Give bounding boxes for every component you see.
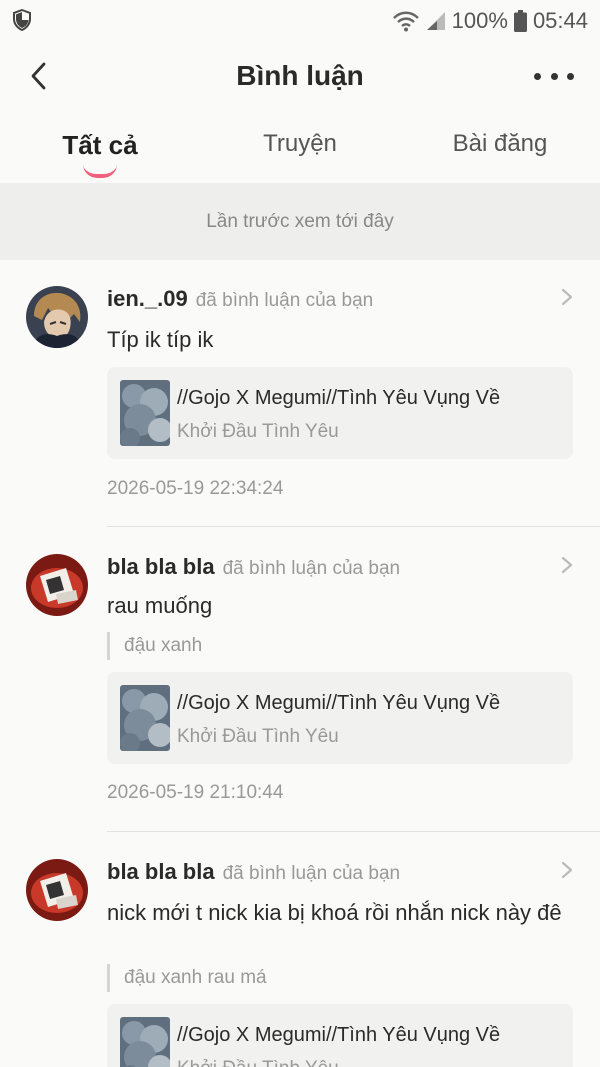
tab-all[interactable]: Tất cả bbox=[20, 130, 180, 161]
comment-text: rau muống bbox=[107, 593, 213, 618]
comment-username[interactable]: ien._.09 đã bình luận của bạn bbox=[107, 286, 373, 312]
quoted-comment: đậu xanh bbox=[107, 632, 202, 660]
avatar[interactable] bbox=[26, 554, 88, 616]
more-button[interactable] bbox=[534, 60, 574, 92]
wifi-icon bbox=[392, 10, 420, 32]
story-cover-image bbox=[120, 380, 170, 446]
chevron-right-icon[interactable] bbox=[560, 555, 574, 575]
story-cover-image bbox=[120, 1017, 170, 1067]
quoted-comment: đậu xanh rau má bbox=[107, 964, 267, 992]
shield-icon bbox=[12, 8, 32, 32]
last-viewed-banner: Lần trước xem tới đây bbox=[0, 183, 600, 260]
status-bar: 100% 05:44 bbox=[0, 0, 600, 42]
comment-item[interactable]: bla bla bla đã bình luận của bạn rau muốn… bbox=[0, 528, 600, 833]
story-card[interactable]: //Gojo X Megumi//Tình Yêu Vụng Về Khởi Đ… bbox=[107, 672, 573, 764]
battery-percent: 100% bbox=[451, 8, 508, 33]
username-text[interactable]: ien._.09 bbox=[107, 286, 188, 311]
more-dots-icon bbox=[534, 72, 541, 80]
story-title: //Gojo X Megumi//Tình Yêu Vụng Về bbox=[177, 692, 501, 714]
more-dot bbox=[550, 72, 558, 80]
username-text[interactable]: bla bla bla bbox=[107, 859, 215, 884]
username-text[interactable]: bla bla bla bbox=[107, 554, 215, 579]
more-dot bbox=[567, 72, 574, 80]
comment-text: nick mới t nick kia bị khoá rồi nhắn nic… bbox=[107, 900, 562, 925]
comment-action-text: đã bình luận của bạn bbox=[195, 290, 374, 311]
story-card[interactable]: //Gojo X Megumi//Tình Yêu Vụng Về Khởi Đ… bbox=[107, 1004, 573, 1067]
divider bbox=[107, 526, 600, 527]
comment-username[interactable]: bla bla bla đã bình luận của bạn bbox=[107, 554, 400, 580]
avatar[interactable] bbox=[26, 286, 88, 348]
story-chapter: Khởi Đầu Tình Yêu bbox=[177, 726, 339, 747]
chevron-right-icon[interactable] bbox=[560, 860, 574, 880]
story-chapter: Khởi Đầu Tình Yêu bbox=[177, 421, 339, 442]
tab-posts[interactable]: Bài đăng bbox=[420, 130, 580, 158]
app-header: Bình luận bbox=[0, 42, 600, 112]
battery-icon bbox=[513, 10, 527, 32]
comment-timestamp: 2026-05-19 22:34:24 bbox=[107, 478, 284, 499]
comment-timestamp: 2026-05-19 21:10:44 bbox=[107, 782, 284, 803]
story-title: //Gojo X Megumi//Tình Yêu Vụng Về bbox=[177, 387, 501, 409]
divider bbox=[107, 831, 600, 832]
tab-stories[interactable]: Truyện bbox=[220, 130, 380, 158]
comment-action-text: đã bình luận của bạn bbox=[222, 558, 401, 579]
story-chapter: Khởi Đầu Tình Yêu bbox=[177, 1058, 339, 1067]
avatar[interactable] bbox=[26, 859, 88, 921]
page-title: Bình luận bbox=[236, 60, 364, 91]
chevron-right-icon[interactable] bbox=[560, 287, 574, 307]
signal-icon bbox=[426, 11, 446, 31]
comment-text: Típ ik típ ik bbox=[107, 327, 214, 352]
comment-item[interactable]: bla bla bla đã bình luận của bạn nick mới… bbox=[0, 833, 600, 1067]
comment-username[interactable]: bla bla bla đã bình luận của bạn bbox=[107, 859, 400, 885]
story-card[interactable]: //Gojo X Megumi//Tình Yêu Vụng Về Khởi Đ… bbox=[107, 367, 573, 459]
clock: 05:44 bbox=[532, 8, 588, 33]
comment-item[interactable]: ien._.09 đã bình luận của bạn Típ ik típ … bbox=[0, 260, 600, 528]
comment-action-text: đã bình luận của bạn bbox=[222, 863, 401, 884]
story-title: //Gojo X Megumi//Tình Yêu Vụng Về bbox=[177, 1024, 501, 1046]
story-cover-image bbox=[120, 685, 170, 751]
